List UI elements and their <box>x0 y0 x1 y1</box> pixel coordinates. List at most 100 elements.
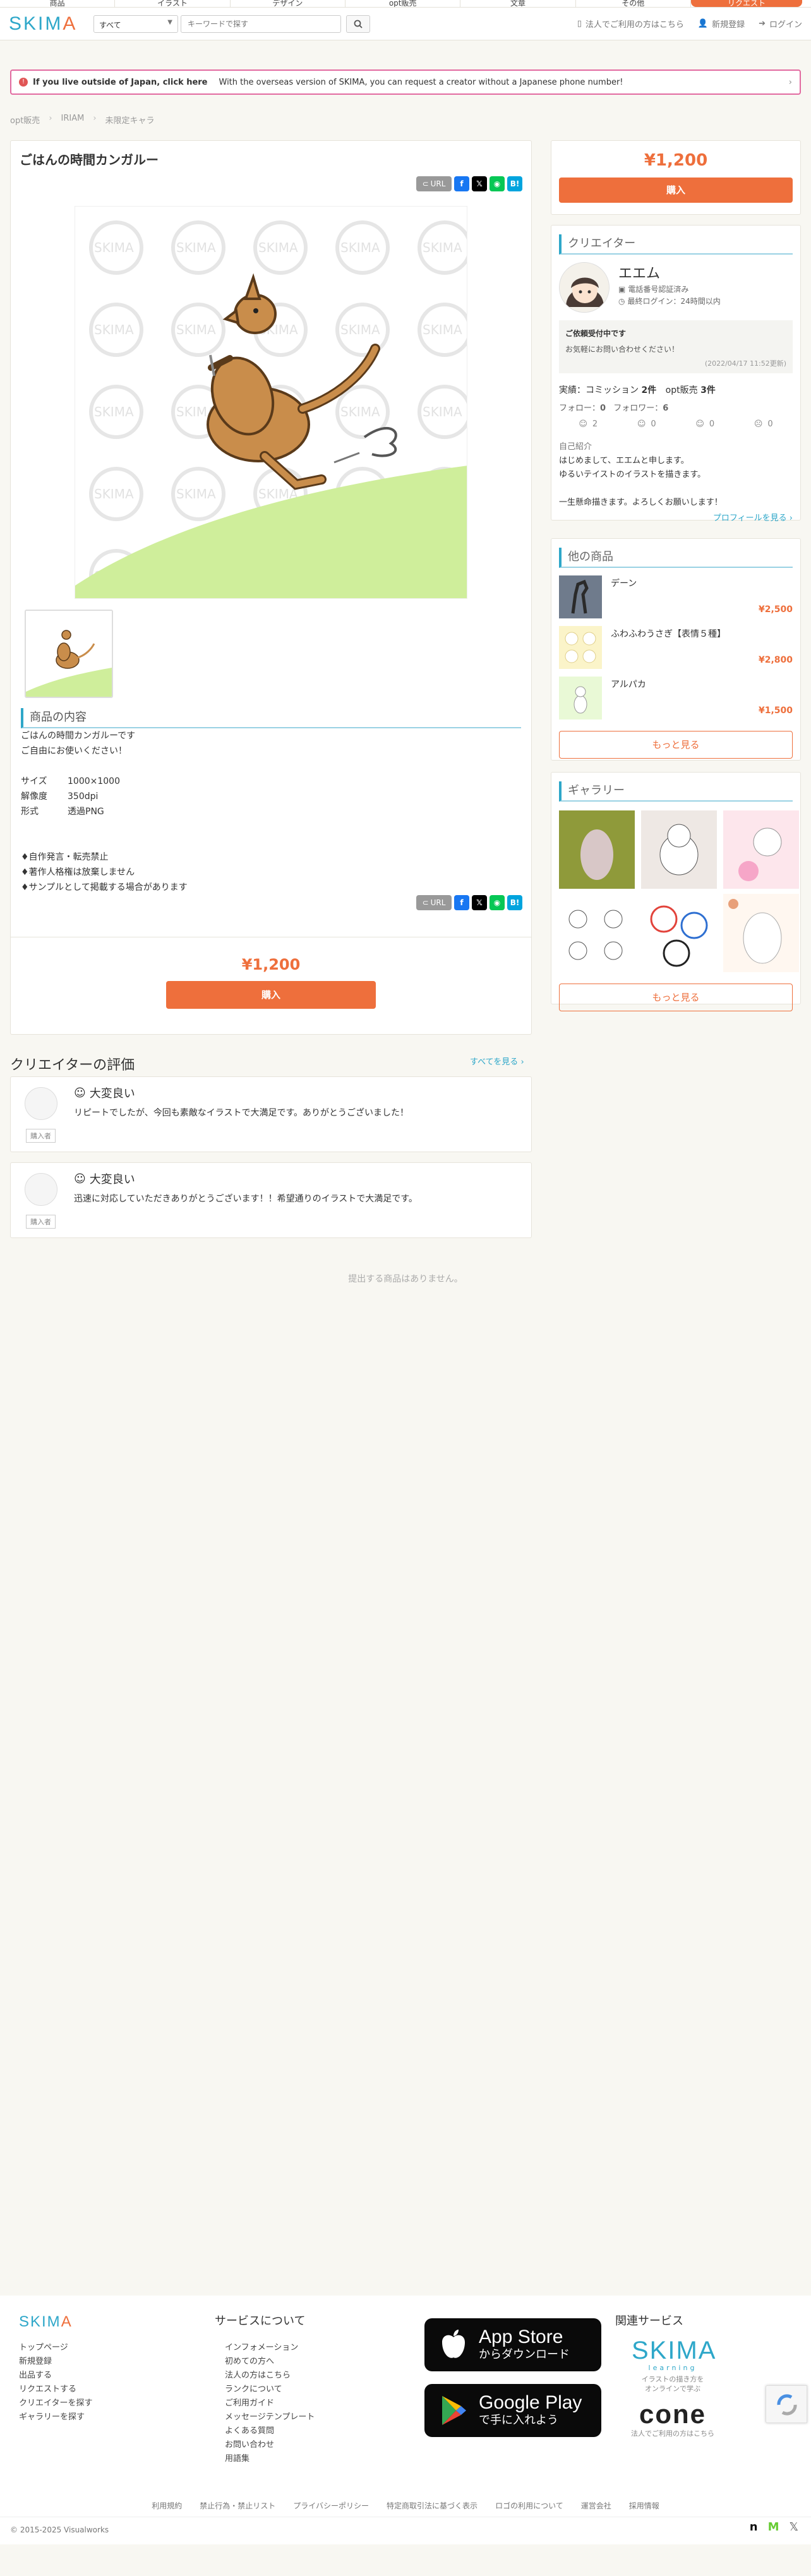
copy-url-button[interactable]: ⊂ URL <box>416 895 452 910</box>
gallery-thumbnail[interactable] <box>723 894 799 972</box>
search-category-select[interactable]: すべて ▼ <box>93 15 178 33</box>
note-link[interactable]: n <box>750 2520 758 2534</box>
creator-heading: クリエイター <box>559 234 793 255</box>
footer-link[interactable]: 用語集 <box>225 2452 315 2466</box>
app-store-badge[interactable]: App Store からダウンロード <box>424 2318 601 2371</box>
footer-link[interactable]: ギャラリーを探す <box>19 2410 92 2424</box>
product-title: ごはんの時間カンガルー <box>20 152 159 167</box>
x-share-button[interactable]: 𝕏 <box>472 176 487 191</box>
more-products-button[interactable]: もっと見る <box>559 731 793 759</box>
x-share-button[interactable]: 𝕏 <box>472 895 487 910</box>
nav-other[interactable]: その他 <box>576 0 691 7</box>
footer-bottom-link[interactable]: 採用情報 <box>629 2500 659 2511</box>
login-icon: ➔ <box>759 19 766 28</box>
footer-link[interactable]: トップページ <box>19 2341 92 2355</box>
signup-link[interactable]: 👤 新規登録 <box>698 18 745 30</box>
copy-url-button[interactable]: ⊂ URL <box>416 176 452 191</box>
pixiv-link[interactable]: M <box>768 2520 779 2534</box>
avatar-image <box>560 263 609 312</box>
footer-link[interactable]: ランクについて <box>225 2383 315 2397</box>
url-label: URL <box>430 179 446 188</box>
product-main-image[interactable]: SKIMA <box>75 206 467 599</box>
request-cta-button[interactable]: リクエスト <box>690 0 802 7</box>
footer-link[interactable]: ご利用ガイド <box>225 2397 315 2410</box>
line-share-button[interactable]: ◉ <box>490 176 505 191</box>
skima-learning-link[interactable]: SKIMA learning イラストの描き方を オンラインで学ぶ <box>632 2337 715 2393</box>
other-product-info: アルパカ ¥1,500 <box>611 677 793 719</box>
footer-link[interactable]: リクエストする <box>19 2383 92 2397</box>
sidebar-gallery: ギャラリー もっと見る <box>551 772 801 1011</box>
overseas-banner[interactable]: ! If you live outside of Japan, click he… <box>10 69 801 95</box>
footer-link[interactable]: 法人の方はこちら <box>225 2369 315 2383</box>
intro-line: ゆるいテイストのイラストを描きます。 <box>559 470 706 479</box>
other-product-price: ¥2,800 <box>758 655 793 665</box>
nav-opt[interactable]: opt販売 <box>345 0 461 7</box>
search-button[interactable] <box>346 15 370 33</box>
profile-link[interactable]: プロフィールを見る › <box>559 511 793 523</box>
rating-great-count: 2 <box>592 419 598 429</box>
gallery-heading: ギャラリー <box>559 781 793 802</box>
gallery-thumbnail[interactable] <box>641 894 717 972</box>
hatena-share-button[interactable]: B! <box>507 895 522 910</box>
footer-link[interactable]: 新規登録 <box>19 2355 92 2369</box>
follow-count[interactable]: 0 <box>600 404 606 413</box>
nav-text[interactable]: 文章 <box>460 0 576 7</box>
nav-goods[interactable]: 商品 <box>0 0 116 7</box>
buy-button-bottom[interactable]: 購入 <box>166 981 376 1009</box>
rating-good: ☺ 0 <box>637 419 656 429</box>
footer-link[interactable]: クリエイターを探す <box>19 2397 92 2410</box>
x-link[interactable]: 𝕏 <box>789 2520 798 2534</box>
other-product-item[interactable]: アルパカ ¥1,500 <box>559 677 793 719</box>
footer-bottom-link[interactable]: プライバシーポリシー <box>293 2500 369 2511</box>
gallery-thumbnail[interactable] <box>559 894 635 972</box>
hatena-share-button[interactable]: B! <box>507 176 522 191</box>
breadcrumb-item[interactable]: opt販売 <box>10 114 40 126</box>
footer-link[interactable]: よくある質問 <box>225 2424 315 2438</box>
creator-name[interactable]: エエム <box>618 266 660 282</box>
footer-bottom-link[interactable]: 禁止行為・禁止リスト <box>200 2500 275 2511</box>
gallery-thumbnail[interactable] <box>559 810 635 889</box>
footer-bottom-link[interactable]: 特定商取引法に基づく表示 <box>387 2500 478 2511</box>
footer-logo[interactable]: SKIMA <box>19 2313 73 2331</box>
footer-link[interactable]: インフォメーション <box>225 2341 315 2355</box>
google-play-badge[interactable]: Google Play で手に入れよう <box>424 2384 601 2437</box>
cone-logo: cone <box>639 2399 707 2429</box>
footer-link[interactable]: メッセージテンプレート <box>225 2410 315 2424</box>
follow-stats: フォロー：0 フォロワー：6 <box>559 401 793 413</box>
line-share-button[interactable]: ◉ <box>490 895 505 910</box>
login-link[interactable]: ➔ ログイン <box>759 18 802 30</box>
creator-avatar[interactable] <box>559 262 610 313</box>
smile-face-icon: ☺ <box>579 419 587 429</box>
recaptcha-badge[interactable] <box>766 2385 807 2423</box>
footer-link[interactable]: 初めての方へ <box>225 2355 315 2369</box>
nav-illust[interactable]: イラスト <box>115 0 231 7</box>
other-product-item[interactable]: デーン ¥2,500 <box>559 575 793 618</box>
facebook-share-button[interactable]: f <box>454 895 469 910</box>
buy-button[interactable]: 購入 <box>559 178 793 203</box>
neutral-face-icon: ☺ <box>695 419 704 429</box>
corporate-link[interactable]: ▯ 法人でご利用の方はこちら <box>577 18 684 30</box>
nav-design[interactable]: デザイン <box>231 0 345 7</box>
search-input[interactable] <box>181 15 341 33</box>
commission-count: 2件 <box>641 385 657 395</box>
follower-count[interactable]: 6 <box>663 404 668 413</box>
reviewer-avatar <box>25 1087 57 1120</box>
note-line: ♦自作発言・転売禁止 <box>21 852 109 862</box>
footer-link[interactable]: お問い合わせ <box>225 2438 315 2452</box>
footer-bottom-link[interactable]: 運営会社 <box>581 2500 611 2511</box>
footer-bottom-link[interactable]: 利用規約 <box>152 2500 182 2511</box>
breadcrumb-item[interactable]: IRIAM <box>61 114 85 126</box>
footer-link[interactable]: 出品する <box>19 2369 92 2383</box>
reviews-view-all-link[interactable]: すべてを見る › <box>470 1055 524 1067</box>
gallery-thumbnail[interactable] <box>641 810 717 889</box>
google-play-line2: で手に入れよう <box>479 2414 558 2427</box>
gallery-thumbnail[interactable] <box>723 810 799 889</box>
footer-bottom-link[interactable]: ロゴの利用について <box>495 2500 563 2511</box>
other-product-item[interactable]: ふわふわうさぎ【表情５種】 ¥2,800 <box>559 626 793 669</box>
site-logo[interactable]: SKIMA <box>9 13 87 35</box>
product-thumbnail[interactable] <box>25 610 113 698</box>
cone-link[interactable]: cone 法人でご利用の方はこちら <box>625 2400 720 2438</box>
facebook-share-button[interactable]: f <box>454 176 469 191</box>
more-gallery-button[interactable]: もっと見る <box>559 984 793 1011</box>
footer-service-heading: サービスについて <box>215 2314 306 2328</box>
